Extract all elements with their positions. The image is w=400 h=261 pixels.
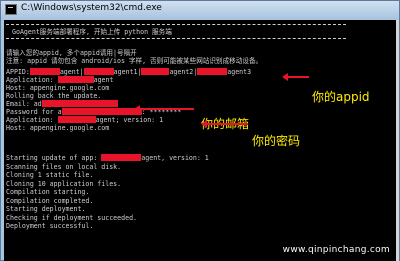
log-line: Starting deployment.: [6, 205, 86, 213]
divider-top: [6, 24, 346, 26]
title-bar[interactable]: C:\Windows\system32\cmd.exe: [1, 1, 399, 19]
scrollbar[interactable]: [396, 20, 399, 261]
log-line: Scanning files on local disk.: [6, 163, 122, 171]
application-line: Application: agent: [6, 76, 113, 84]
redact-block: [41, 100, 118, 107]
appid-line: APPID: agent| agent1| agent2| agent3: [6, 68, 251, 76]
console-area[interactable]: GoAgent服务端部署程序, 开始上传 python 服务端 请输入您的app…: [4, 20, 396, 261]
log-line: Compilation starting.: [6, 188, 90, 196]
redact-block: [57, 116, 96, 123]
app-prefix: Application:: [6, 76, 58, 84]
password-note: 你的密码: [252, 134, 301, 148]
appid-note: 你的appid: [312, 90, 370, 104]
appid-segment: agent3: [227, 68, 252, 76]
redact-block: [101, 154, 142, 161]
email-arrow-icon: [134, 105, 194, 113]
log-line: Cloning 10 application files.: [6, 180, 122, 188]
starting-prefix: Starting update of app:: [6, 154, 102, 162]
application-line-2: Application: agent; version: 1: [6, 116, 163, 124]
prompt-line-1: 请输入您的appid, 多个appid请用|号隔开: [6, 49, 137, 57]
banner-text: GoAgent服务端部署程序, 开始上传 python 服务端: [12, 28, 172, 36]
log-line: Deployment successful.: [6, 222, 94, 230]
cmd-icon: [5, 4, 17, 15]
appid-arrow-icon: [282, 73, 309, 81]
appid-segment: agent|: [59, 68, 84, 76]
redact-block: [141, 68, 170, 75]
log-line: Cloning 1 static file.: [6, 171, 94, 179]
redact-block: [29, 68, 60, 75]
rolling-line: Rolling back the update.: [6, 92, 102, 100]
divider-bottom: [6, 38, 346, 40]
host-line-2: Host: appengine.google.com: [6, 124, 110, 132]
redact-block: [61, 108, 142, 115]
watermark-text: www.qinpinchang.com: [282, 245, 390, 255]
redact-block: [197, 68, 228, 75]
redact-block: [83, 68, 114, 75]
cmd-window: C:\Windows\system32\cmd.exe GoAgent服务端部署…: [0, 0, 400, 261]
app-suffix: agent: [93, 76, 114, 84]
password-prefix: Password for a: [6, 108, 62, 116]
appid-segment: agent2|: [169, 68, 198, 76]
appid-segment: agent1|: [113, 68, 142, 76]
app-prefix: Application:: [6, 116, 58, 124]
password-arrow-icon: [201, 120, 248, 128]
email-prefix: Email: ad: [6, 100, 42, 108]
redact-block: [57, 76, 94, 83]
starting-suffix: agent, version: 1: [141, 154, 209, 162]
starting-line: Starting update of app: agent, version: …: [6, 154, 209, 162]
appid-prefix: APPID:: [6, 68, 30, 76]
app-suffix: agent; version: 1: [95, 116, 164, 124]
host-line: Host: appengine.google.com: [6, 84, 110, 92]
log-line: Compilation completed.: [6, 197, 94, 205]
window-title: C:\Windows\system32\cmd.exe: [21, 3, 162, 13]
email-line: Email: ad: [6, 100, 118, 108]
prompt-line-2: 注意: appid 请勿包含 android/ios 字样, 否则可能被某些网站…: [6, 57, 263, 65]
log-line: Checking if deployment succeeded.: [6, 214, 138, 222]
